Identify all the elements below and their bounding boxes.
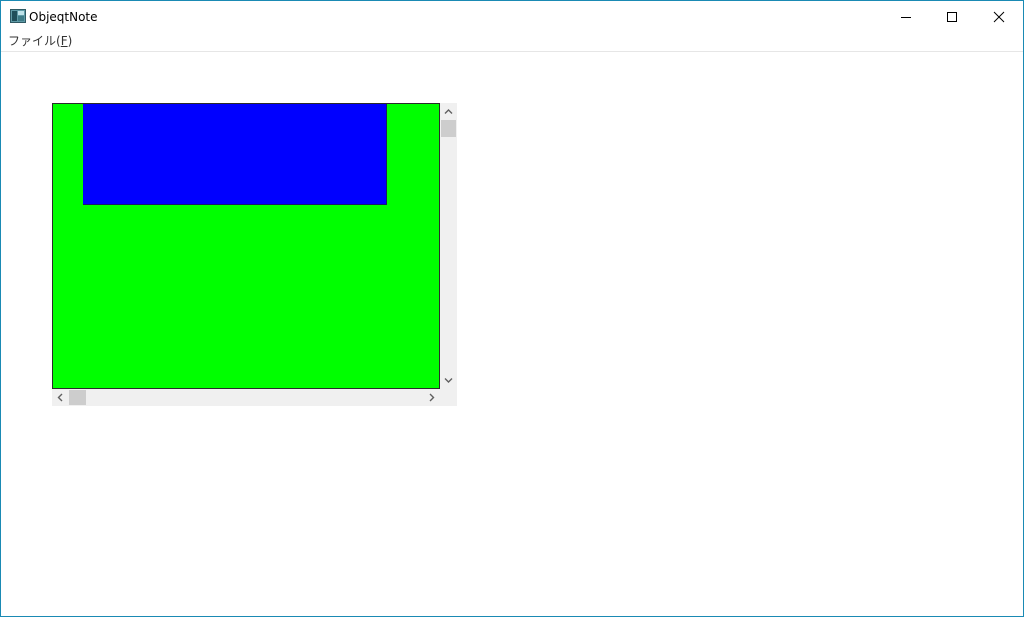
scroll-down-button[interactable] [440,372,457,389]
app-window: ObjeqtNote ファイル(F) [0,0,1024,617]
chevron-left-icon [57,393,63,402]
menu-file-mnemonic: F [60,34,68,48]
chevron-right-icon [429,393,435,402]
title-bar[interactable]: ObjeqtNote [1,1,1023,32]
chevron-down-icon [444,378,453,383]
menu-file[interactable]: ファイル(F) [8,34,72,49]
close-icon [993,11,1005,22]
scroll-up-button[interactable] [440,103,457,120]
maximize-button[interactable] [929,1,975,32]
drawing-canvas[interactable] [52,103,440,389]
maximize-icon [947,11,957,22]
horizontal-scroll-thumb[interactable] [69,390,86,405]
menu-file-suffix: ) [67,34,73,48]
blue-rectangle-object[interactable] [83,104,387,205]
scroll-right-button[interactable] [423,389,440,406]
scroll-viewer [52,103,457,457]
window-title: ObjeqtNote [29,10,98,24]
vertical-scroll-thumb[interactable] [441,120,456,137]
horizontal-scrollbar[interactable] [52,389,440,406]
scrollbar-corner [440,389,457,406]
minimize-button[interactable] [883,1,929,32]
vertical-scrollbar[interactable] [440,103,457,389]
menu-bar: ファイル(F) [1,32,1023,52]
close-button[interactable] [976,1,1022,32]
scroll-left-button[interactable] [52,389,69,406]
minimize-icon [901,16,911,18]
client-area [1,52,1023,616]
app-icon [10,9,26,23]
menu-file-label: ファイル( [8,34,61,48]
chevron-up-icon [444,109,453,114]
